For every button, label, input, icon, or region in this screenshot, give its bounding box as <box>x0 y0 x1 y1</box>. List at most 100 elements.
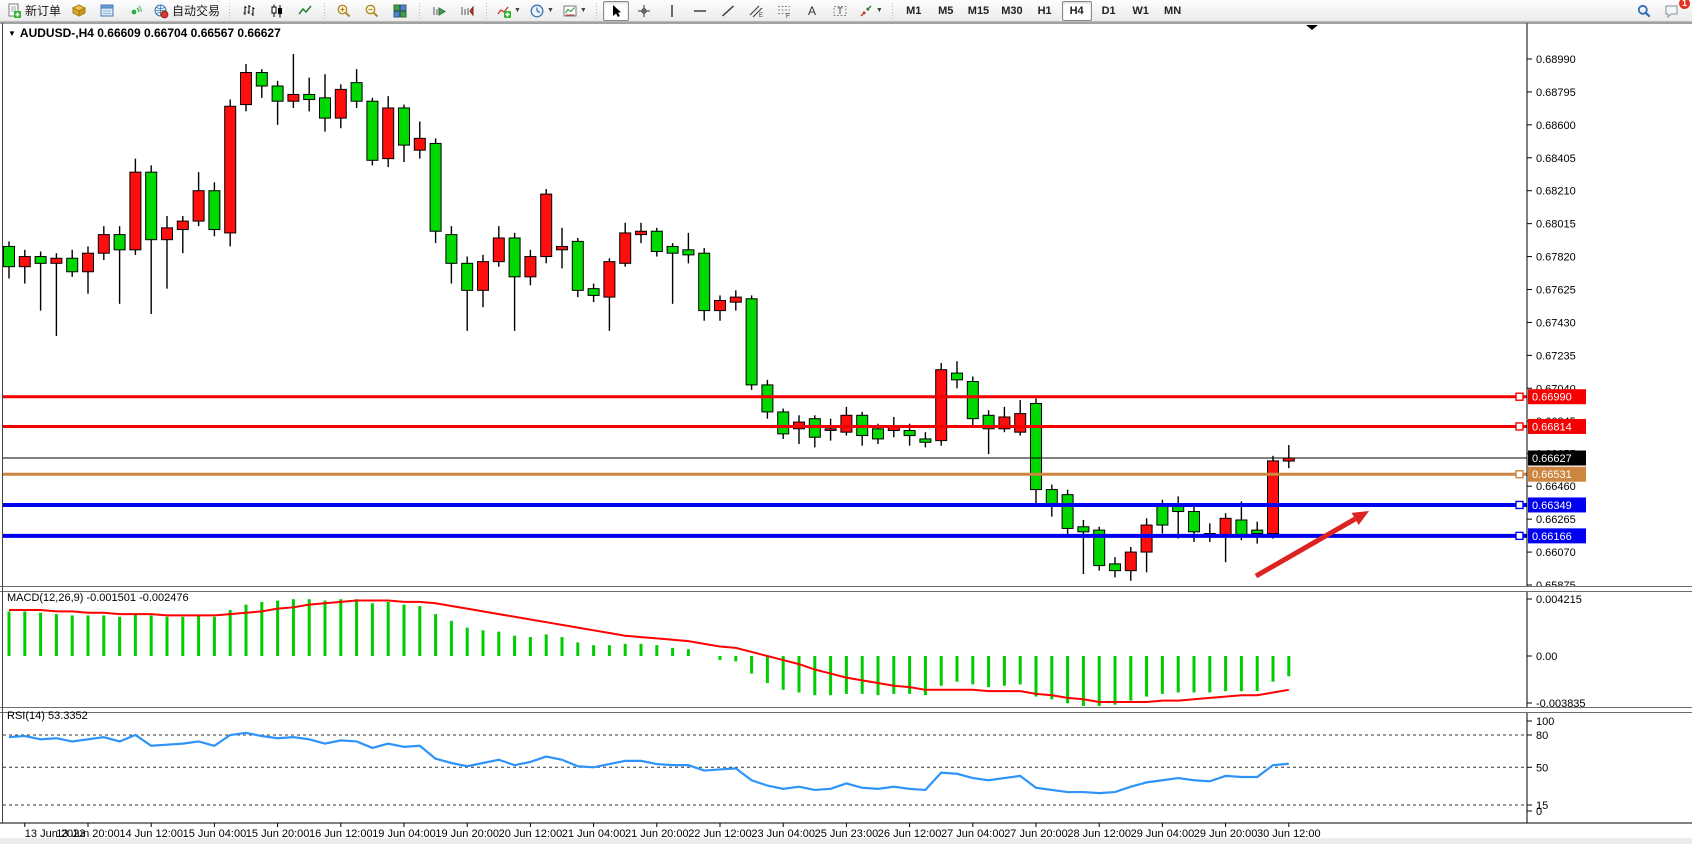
candle-body <box>1236 520 1247 535</box>
candle-body <box>1189 512 1200 532</box>
price-tick-label: 0.67625 <box>1536 284 1576 296</box>
toolbar-separator <box>593 3 600 19</box>
candle-body <box>730 297 741 302</box>
timeframe-button-m1[interactable]: M1 <box>899 1 929 21</box>
support-line-2-handle[interactable] <box>1516 532 1523 539</box>
zoom-out-button[interactable] <box>359 1 385 21</box>
timeframe-button-m5[interactable]: M5 <box>931 1 961 21</box>
chart-canvas[interactable]: 0.689900.687950.686000.684050.682100.680… <box>0 0 1692 844</box>
resistance-line-2-handle[interactable] <box>1516 423 1523 430</box>
data-window-button[interactable] <box>94 1 120 21</box>
vertical-line-icon <box>664 3 680 19</box>
candle-body <box>225 106 236 233</box>
vertical-line-button[interactable] <box>659 1 685 21</box>
price-tick-label: 0.68600 <box>1536 120 1576 132</box>
chart-collapse-icon[interactable]: ▼ <box>8 29 16 38</box>
chart-shift-button[interactable] <box>454 1 480 21</box>
candle-body <box>241 73 252 105</box>
indicators-button[interactable]: ▼ <box>493 1 524 21</box>
candle-body <box>825 429 836 431</box>
candle-chart-mode-button[interactable] <box>264 1 290 21</box>
zoom-in-icon <box>336 3 352 19</box>
chevron-down-icon[interactable]: ▼ <box>580 7 587 14</box>
candle-body <box>809 419 820 438</box>
candle-body <box>209 191 220 230</box>
price-tick-label: 0.68990 <box>1536 54 1576 66</box>
resistance-line-1-handle[interactable] <box>1516 393 1523 400</box>
candle-body <box>715 300 726 310</box>
candle-body <box>1157 506 1168 525</box>
line-chart-mode-button[interactable] <box>292 1 318 21</box>
timeframe-button-m15[interactable]: M15 <box>963 1 994 21</box>
zoom-out-icon <box>364 3 380 19</box>
candle-body <box>83 253 94 272</box>
chevron-down-icon[interactable]: ▼ <box>876 7 883 14</box>
cursor-button[interactable] <box>603 1 629 21</box>
candle-body <box>256 73 267 87</box>
rsi-axis-label: 50 <box>1536 762 1548 774</box>
chevron-down-icon[interactable]: ▼ <box>547 7 554 14</box>
candle-body <box>462 263 473 290</box>
candle-body <box>351 83 362 102</box>
auto-scroll-button[interactable] <box>426 1 452 21</box>
candle-body <box>1125 552 1136 571</box>
candle-body <box>936 370 947 441</box>
pivot-line-handle[interactable] <box>1516 471 1523 478</box>
support-line-1-handle[interactable] <box>1516 501 1523 508</box>
fibonacci-icon: F <box>776 3 792 19</box>
horizontal-line-button[interactable] <box>687 1 713 21</box>
candle-body <box>272 86 283 101</box>
candle-body <box>446 235 457 264</box>
search-button[interactable] <box>1631 1 1657 21</box>
zoom-in-button[interactable] <box>331 1 357 21</box>
candle-body <box>335 89 346 118</box>
new-order-button[interactable]: 新订单 <box>3 1 64 21</box>
rsi-indicator-label: RSI(14) 53.3352 <box>7 710 88 722</box>
periods-button[interactable]: ▼ <box>526 1 557 21</box>
timeframe-button-h4[interactable]: H4 <box>1062 1 1092 21</box>
auto-trading-icon <box>153 3 169 19</box>
candle-body <box>557 246 568 249</box>
timeframe-button-m30[interactable]: M30 <box>996 1 1027 21</box>
chat-button[interactable]: 1 <box>1659 1 1685 21</box>
fibonacci-button[interactable]: F <box>771 1 797 21</box>
trendline-icon <box>720 3 736 19</box>
signals-button[interactable] <box>122 1 148 21</box>
chevron-down-icon[interactable]: ▼ <box>514 7 521 14</box>
candle-body <box>778 412 789 434</box>
svg-text:T: T <box>837 6 843 16</box>
bar-chart-mode-button[interactable] <box>236 1 262 21</box>
price-tick-label: 0.66460 <box>1536 481 1576 493</box>
pivot-line-badge-label: 0.66531 <box>1532 469 1572 481</box>
channel-button[interactable]: E <box>743 1 769 21</box>
timeframe-button-d1[interactable]: D1 <box>1094 1 1124 21</box>
tile-windows-button[interactable] <box>387 1 413 21</box>
arrow-object-icon <box>858 3 874 19</box>
auto-trading-button[interactable]: 自动交易 <box>150 1 223 21</box>
arrows-button[interactable]: ▼ <box>855 1 886 21</box>
price-tick-label: 0.68405 <box>1536 153 1576 165</box>
candle-body <box>19 257 30 267</box>
price-tick-label: 0.66265 <box>1536 514 1576 526</box>
candle-body <box>1110 564 1121 571</box>
candle-body <box>383 108 394 159</box>
toolbar-separator <box>416 3 423 19</box>
trendline-button[interactable] <box>715 1 741 21</box>
text-button[interactable]: A <box>799 1 825 21</box>
tile-windows-icon <box>392 3 408 19</box>
candle-body <box>177 221 188 229</box>
text-label-button[interactable]: T <box>827 1 853 21</box>
candle-body <box>304 94 315 99</box>
svg-text:A: A <box>808 4 816 18</box>
market-watch-button[interactable] <box>66 1 92 21</box>
timeframe-button-w1[interactable]: W1 <box>1126 1 1156 21</box>
timeframe-button-mn[interactable]: MN <box>1158 1 1188 21</box>
candle-body <box>51 258 62 263</box>
candle-body <box>604 262 615 297</box>
templates-button[interactable]: ▼ <box>559 1 590 21</box>
timeframe-button-h1[interactable]: H1 <box>1030 1 1060 21</box>
macd-axis-label: 0.00 <box>1536 651 1557 663</box>
rsi-axis-label: 0 <box>1536 806 1542 818</box>
crosshair-button[interactable] <box>631 1 657 21</box>
macd-indicator-label: MACD(12,26,9) -0.001501 -0.002476 <box>7 592 189 604</box>
